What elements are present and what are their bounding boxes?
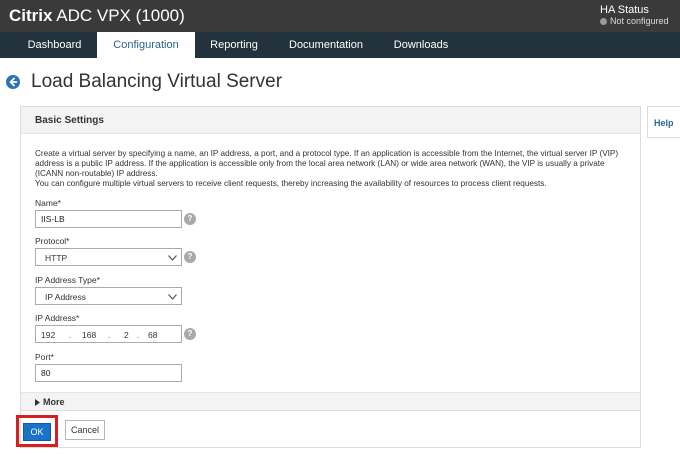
- ip-help-icon[interactable]: ?: [184, 328, 196, 340]
- page-title: Load Balancing Virtual Server: [31, 71, 283, 92]
- ip-separator: .: [69, 330, 72, 340]
- back-arrow-icon[interactable]: [6, 75, 20, 89]
- tab-configuration[interactable]: Configuration: [97, 32, 195, 58]
- main-nav: Dashboard Configuration Reporting Docume…: [0, 32, 680, 58]
- button-bar: OK Cancel: [16, 410, 640, 447]
- ip-separator: .: [137, 330, 140, 340]
- help-link[interactable]: Help: [654, 118, 674, 128]
- tab-dashboard[interactable]: Dashboard: [12, 32, 97, 58]
- port-input[interactable]: [35, 364, 182, 382]
- ok-highlight-box: OK: [16, 415, 58, 447]
- ha-status[interactable]: HA Status Not configured: [600, 4, 680, 27]
- protocol-value: HTTP: [45, 253, 68, 263]
- ip-type-value: IP Address: [45, 292, 86, 302]
- name-label: Name*: [35, 198, 61, 208]
- ok-button[interactable]: OK: [23, 423, 51, 441]
- tab-documentation[interactable]: Documentation: [273, 32, 379, 58]
- ip-octet-2[interactable]: 168: [82, 330, 96, 340]
- more-expander[interactable]: More: [21, 392, 640, 410]
- ip-octet-4[interactable]: 68: [148, 330, 157, 340]
- basic-settings-panel: Basic Settings Create a virtual server b…: [16, 106, 641, 448]
- product-title: Citrix ADC VPX (1000): [9, 6, 185, 26]
- status-dot-icon: [600, 18, 607, 25]
- tab-reporting[interactable]: Reporting: [195, 32, 273, 58]
- description-text: Create a virtual server by specifying a …: [35, 149, 630, 189]
- brand-logo-text: Citrix: [9, 6, 53, 25]
- caret-right-icon: [35, 399, 40, 406]
- protocol-help-icon[interactable]: ?: [184, 251, 196, 263]
- ha-status-title: HA Status: [600, 4, 649, 16]
- ip-octet-3[interactable]: 2: [124, 330, 129, 340]
- chevron-down-icon: [168, 255, 177, 261]
- ip-type-label: IP Address Type*: [35, 275, 100, 285]
- port-label: Port*: [35, 352, 54, 362]
- protocol-select[interactable]: HTTP: [35, 248, 182, 266]
- chevron-down-icon: [168, 294, 177, 300]
- panel-header: Basic Settings: [21, 107, 640, 134]
- protocol-label: Protocol*: [35, 236, 70, 246]
- cancel-button[interactable]: Cancel: [65, 420, 105, 440]
- ha-status-text: Not configured: [610, 16, 669, 26]
- ip-separator: .: [108, 330, 111, 340]
- panel-title: Basic Settings: [35, 115, 104, 126]
- description-paragraph-1: Create a virtual server by specifying a …: [35, 149, 619, 178]
- help-panel[interactable]: Help: [647, 106, 680, 138]
- ip-octet-1[interactable]: 192: [41, 330, 55, 340]
- more-label: More: [43, 397, 65, 407]
- ip-address-input[interactable]: 192 . 168 . 2 . 68: [35, 325, 182, 343]
- ip-type-select[interactable]: IP Address: [35, 287, 182, 305]
- description-paragraph-2: You can configure multiple virtual serve…: [35, 179, 547, 188]
- tab-downloads[interactable]: Downloads: [379, 32, 463, 58]
- app-header: Citrix ADC VPX (1000) HA Status Not conf…: [0, 0, 680, 32]
- ip-address-label: IP Address*: [35, 313, 80, 323]
- ha-status-value: Not configured: [600, 16, 680, 27]
- name-help-icon[interactable]: ?: [184, 213, 196, 225]
- name-input[interactable]: [35, 210, 182, 228]
- product-name: ADC VPX (1000): [56, 6, 185, 25]
